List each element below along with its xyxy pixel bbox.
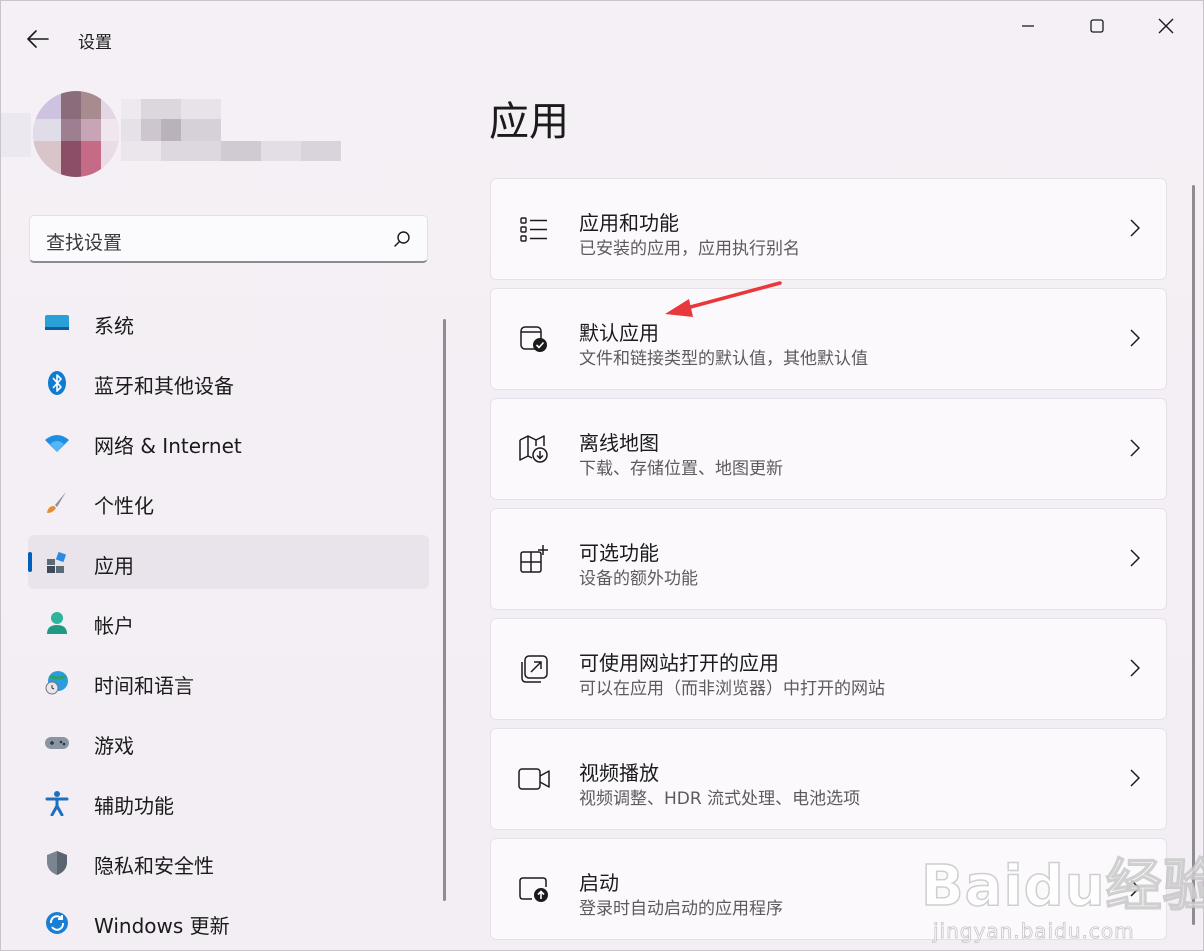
minimize-button[interactable] (1005, 9, 1051, 43)
main-scrollbar[interactable] (1192, 185, 1195, 925)
sidebar-item-label: 蓝牙和其他设备 (94, 374, 234, 398)
sidebar-item-apps[interactable]: 应用 (28, 535, 429, 589)
sidebar-scrollbar[interactable] (443, 319, 446, 901)
card-subtitle: 下载、存储位置、地图更新 (579, 459, 783, 479)
card-subtitle: 设备的额外功能 (579, 569, 698, 589)
card-title: 默认应用 (579, 321, 659, 345)
sidebar-item-system[interactable]: 系统 (28, 295, 429, 349)
card-offline-maps[interactable]: 离线地图 下载、存储位置、地图更新 (490, 398, 1167, 500)
search-box[interactable]: 查找设置 (29, 215, 428, 263)
sidebar-item-label: 网络 & Internet (94, 434, 242, 458)
close-icon (1158, 18, 1174, 34)
card-title: 启动 (579, 871, 619, 895)
maximize-button[interactable] (1074, 9, 1120, 43)
sidebar-item-label: 帐户 (94, 614, 134, 638)
sidebar-item-label: 系统 (94, 314, 134, 338)
card-video-playback[interactable]: 视频播放 视频调整、HDR 流式处理、电池选项 (490, 728, 1167, 830)
list-icon (517, 212, 551, 246)
chevron-right-icon (1130, 879, 1140, 897)
chevron-right-icon (1130, 549, 1140, 567)
account-icon (44, 610, 70, 636)
title-bar: 设置 (1, 1, 1204, 75)
settings-card-list: 应用和功能 已安装的应用，应用执行别名 默认应用 文件和链接类型的默认值，其他默… (490, 178, 1167, 948)
globe-clock-icon (44, 670, 70, 696)
chevron-right-icon (1130, 659, 1140, 677)
card-title: 可选功能 (579, 541, 659, 565)
card-title: 可使用网站打开的应用 (579, 651, 779, 675)
card-subtitle: 可以在应用（而非浏览器）中打开的网站 (579, 679, 885, 699)
sidebar-item-bluetooth[interactable]: 蓝牙和其他设备 (28, 355, 429, 409)
card-title: 应用和功能 (579, 211, 679, 235)
card-subtitle: 视频调整、HDR 流式处理、电池选项 (579, 789, 861, 809)
annotation-arrow-icon (665, 281, 782, 317)
open-external-icon (517, 652, 551, 686)
card-subtitle: 已安装的应用，应用执行别名 (579, 239, 800, 259)
sidebar-item-label: 游戏 (94, 734, 134, 758)
page-title: 应用 (489, 99, 569, 145)
wifi-icon (44, 430, 70, 456)
sidebar-item-label: 个性化 (94, 494, 154, 518)
selection-indicator (28, 552, 32, 572)
chevron-right-icon (1130, 769, 1140, 787)
sidebar-item-accounts[interactable]: 帐户 (28, 595, 429, 649)
back-arrow-icon (27, 30, 49, 48)
search-input[interactable]: 查找设置 (46, 228, 122, 255)
card-title: 离线地图 (579, 431, 659, 455)
sidebar-item-label: 隐私和安全性 (94, 854, 214, 878)
settings-window: 设置 查找设置 系统 蓝牙和其他设备 网络 & Internet 个性化 应用 … (0, 0, 1204, 951)
search-icon[interactable] (393, 230, 411, 248)
card-optional-features[interactable]: 可选功能 设备的额外功能 (490, 508, 1167, 610)
video-camera-icon (517, 762, 551, 796)
user-profile[interactable] (1, 89, 361, 189)
sidebar-item-accessibility[interactable]: 辅助功能 (28, 775, 429, 829)
card-title: 视频播放 (579, 761, 659, 785)
sidebar-item-gaming[interactable]: 游戏 (28, 715, 429, 769)
map-download-icon (517, 432, 551, 466)
startup-icon (517, 872, 551, 906)
sidebar-item-personalization[interactable]: 个性化 (28, 475, 429, 529)
card-default-apps[interactable]: 默认应用 文件和链接类型的默认值，其他默认值 (490, 288, 1167, 390)
shield-icon (44, 850, 70, 876)
bluetooth-icon (44, 370, 70, 396)
chevron-right-icon (1130, 219, 1140, 237)
card-apps-for-websites[interactable]: 可使用网站打开的应用 可以在应用（而非浏览器）中打开的网站 (490, 618, 1167, 720)
back-button[interactable] (19, 23, 57, 55)
sidebar-item-time-language[interactable]: 时间和语言 (28, 655, 429, 709)
window-title: 设置 (78, 33, 112, 53)
card-subtitle: 文件和链接类型的默认值，其他默认值 (579, 349, 868, 369)
grid-plus-icon (517, 542, 551, 576)
sidebar-item-label: 应用 (94, 554, 134, 578)
avatar (33, 91, 119, 177)
sidebar-item-network[interactable]: 网络 & Internet (28, 415, 429, 469)
chevron-right-icon (1130, 439, 1140, 457)
sidebar-item-label: 辅助功能 (94, 794, 174, 818)
card-startup[interactable]: 启动 登录时自动启动的应用程序 (490, 838, 1167, 940)
windows-update-icon (44, 910, 70, 936)
card-apps-features[interactable]: 应用和功能 已安装的应用，应用执行别名 (490, 178, 1167, 280)
apps-icon (44, 550, 70, 576)
sidebar-item-privacy[interactable]: 隐私和安全性 (28, 835, 429, 889)
minimize-icon (1022, 25, 1034, 27)
sidebar-nav: 系统 蓝牙和其他设备 网络 & Internet 个性化 应用 帐户 时间和语言… (28, 295, 429, 951)
sidebar-item-windows-update[interactable]: Windows 更新 (28, 895, 429, 949)
maximize-icon (1090, 19, 1104, 33)
sidebar-item-label: 时间和语言 (94, 674, 194, 698)
gamepad-icon (44, 730, 70, 756)
chevron-right-icon (1130, 329, 1140, 347)
system-display-icon (44, 310, 70, 336)
close-button[interactable] (1143, 9, 1189, 43)
default-app-check-icon (517, 322, 551, 356)
sidebar-item-label: Windows 更新 (94, 914, 230, 938)
card-subtitle: 登录时自动启动的应用程序 (579, 899, 783, 919)
paintbrush-icon (44, 490, 70, 516)
accessibility-icon (44, 790, 70, 816)
